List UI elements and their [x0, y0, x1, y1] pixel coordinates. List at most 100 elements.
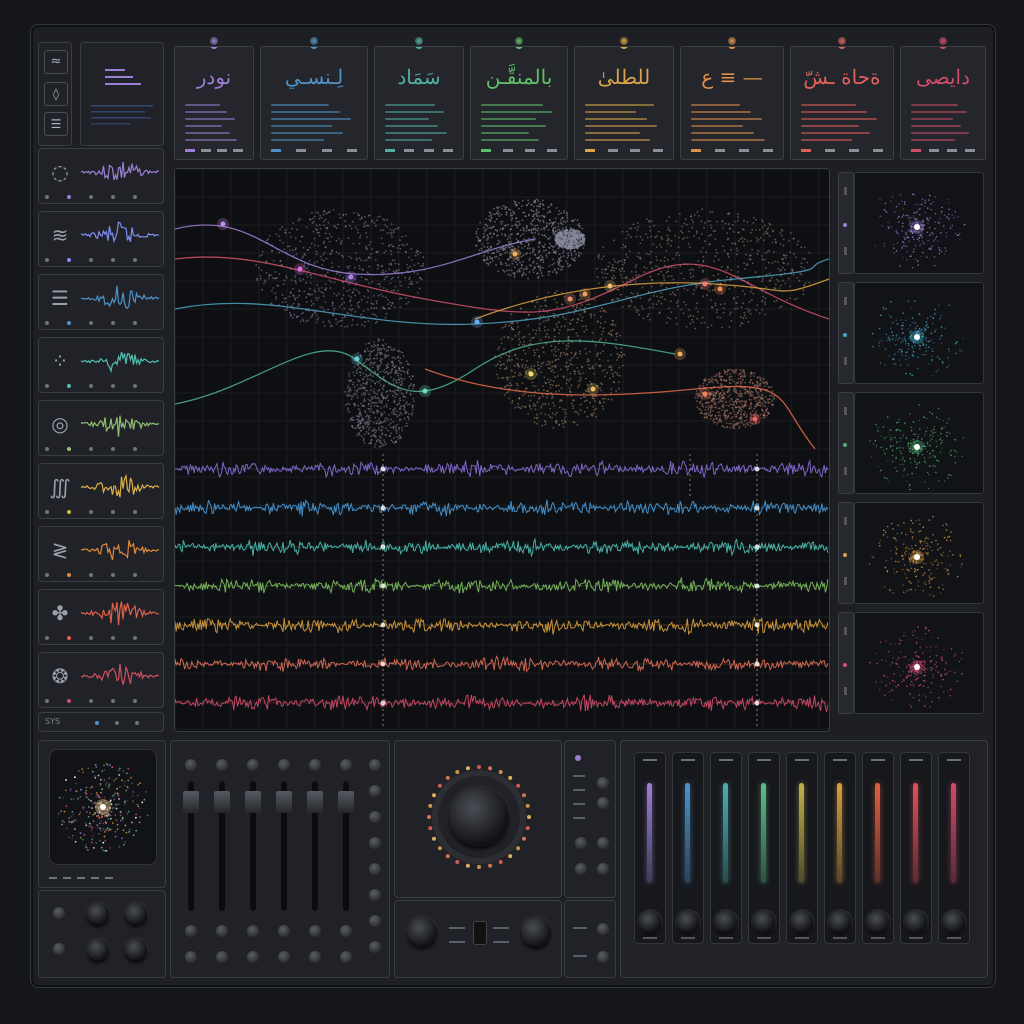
sidebar-wave-card[interactable]: ⁘	[38, 337, 164, 393]
small-knob[interactable]	[369, 915, 381, 927]
mixer-channel[interactable]	[824, 752, 856, 944]
small-knob[interactable]	[369, 785, 381, 797]
small-knob[interactable]	[369, 863, 381, 875]
language-card[interactable]: نودر	[174, 46, 254, 160]
small-knob[interactable]	[216, 951, 228, 963]
mixer-channel[interactable]	[938, 752, 970, 944]
mixer-channel[interactable]	[862, 752, 894, 944]
language-card[interactable]: دايصى	[900, 46, 986, 160]
small-knob[interactable]	[278, 925, 290, 937]
mixer-channel[interactable]	[900, 752, 932, 944]
knob[interactable]	[87, 903, 109, 925]
sidebar-wave-card[interactable]: ✤	[38, 589, 164, 645]
drop-icon[interactable]: ◊	[44, 82, 68, 106]
channel-knob[interactable]	[943, 911, 965, 933]
channel-knob[interactable]	[829, 911, 851, 933]
small-knob[interactable]	[369, 889, 381, 901]
small-knob[interactable]	[597, 951, 609, 963]
sidebar-wave-card[interactable]: ◌	[38, 148, 164, 204]
particle-side-strip	[838, 392, 854, 494]
wave-icon[interactable]: ≈	[44, 50, 68, 74]
particle-visualizer[interactable]	[854, 502, 984, 604]
small-knob[interactable]	[597, 923, 609, 935]
small-knob[interactable]	[185, 925, 197, 937]
channel-knob[interactable]	[753, 911, 775, 933]
mixer-channel[interactable]	[786, 752, 818, 944]
channel-knob[interactable]	[677, 911, 699, 933]
small-knob[interactable]	[53, 907, 65, 919]
sidebar-wave-card[interactable]: ◎	[38, 400, 164, 456]
channel-knob[interactable]	[905, 911, 927, 933]
small-knob[interactable]	[185, 951, 197, 963]
small-knob[interactable]	[369, 811, 381, 823]
knob[interactable]	[125, 903, 147, 925]
slider-handle[interactable]	[276, 791, 292, 813]
small-knob[interactable]	[185, 759, 197, 771]
master-knob-panel	[394, 740, 562, 898]
small-knob[interactable]	[340, 925, 352, 937]
knob[interactable]	[125, 939, 147, 961]
language-card[interactable]: سَمَاد	[374, 46, 464, 160]
knob[interactable]	[87, 939, 109, 961]
slider-handle[interactable]	[338, 791, 354, 813]
language-card[interactable]: ع ≡ —	[680, 46, 784, 160]
list-icon[interactable]: ☰	[44, 112, 68, 136]
small-knob[interactable]	[309, 925, 321, 937]
sidebar-wave-card[interactable]: ≋	[38, 211, 164, 267]
particle-preview	[49, 749, 157, 865]
channel-knob[interactable]	[867, 911, 889, 933]
small-knob[interactable]	[216, 759, 228, 771]
small-knob[interactable]	[369, 941, 381, 953]
sidebar-wave-card[interactable]: ∭	[38, 463, 164, 519]
toggle-switch[interactable]	[473, 921, 487, 945]
small-knob[interactable]	[369, 837, 381, 849]
small-knob[interactable]	[309, 759, 321, 771]
small-knob[interactable]	[340, 759, 352, 771]
slider-handle[interactable]	[307, 791, 323, 813]
language-card[interactable]: ةحاة ـشّ	[790, 46, 894, 160]
knob[interactable]	[407, 917, 437, 947]
sidebar-wave-card[interactable]: ≷	[38, 526, 164, 582]
level-meter	[837, 783, 842, 883]
small-knob[interactable]	[597, 863, 609, 875]
small-knob[interactable]	[597, 837, 609, 849]
slider-handle[interactable]	[183, 791, 199, 813]
small-knob[interactable]	[247, 951, 259, 963]
small-knob[interactable]	[53, 943, 65, 955]
mixer-channel[interactable]	[710, 752, 742, 944]
sidebar-footer: SYS	[38, 712, 164, 732]
particle-visualizer[interactable]	[854, 172, 984, 274]
slider-handle[interactable]	[214, 791, 230, 813]
master-knob[interactable]	[449, 787, 509, 847]
language-card[interactable]: لِـنسـي	[260, 46, 368, 160]
level-meter	[799, 783, 804, 883]
particle-visualizer[interactable]	[854, 612, 984, 714]
small-knob[interactable]	[369, 759, 381, 771]
knob[interactable]	[521, 917, 551, 947]
mixer-channel[interactable]	[634, 752, 666, 944]
small-knob[interactable]	[247, 925, 259, 937]
language-card[interactable]: للطلىٰ	[574, 46, 674, 160]
mixer-channel[interactable]	[748, 752, 780, 944]
small-knob[interactable]	[309, 951, 321, 963]
small-knob[interactable]	[575, 863, 587, 875]
language-card[interactable]: بالمنقَّـن	[470, 46, 568, 160]
channel-knob[interactable]	[715, 911, 737, 933]
channel-knob[interactable]	[791, 911, 813, 933]
mixer-channel[interactable]	[672, 752, 704, 944]
small-knob[interactable]	[575, 837, 587, 849]
small-knob[interactable]	[278, 951, 290, 963]
small-knob[interactable]	[247, 759, 259, 771]
particle-visualizer[interactable]	[854, 282, 984, 384]
small-knob[interactable]	[216, 925, 228, 937]
channel-knob[interactable]	[639, 911, 661, 933]
small-knob[interactable]	[340, 951, 352, 963]
small-knob[interactable]	[597, 797, 609, 809]
slider-handle[interactable]	[245, 791, 261, 813]
small-knob[interactable]	[597, 777, 609, 789]
sidebar-wave-card[interactable]: ☰	[38, 274, 164, 330]
particle-visualizer[interactable]	[854, 392, 984, 494]
main-display[interactable]	[174, 168, 830, 732]
small-knob[interactable]	[278, 759, 290, 771]
sidebar-wave-card[interactable]: ❂	[38, 652, 164, 708]
